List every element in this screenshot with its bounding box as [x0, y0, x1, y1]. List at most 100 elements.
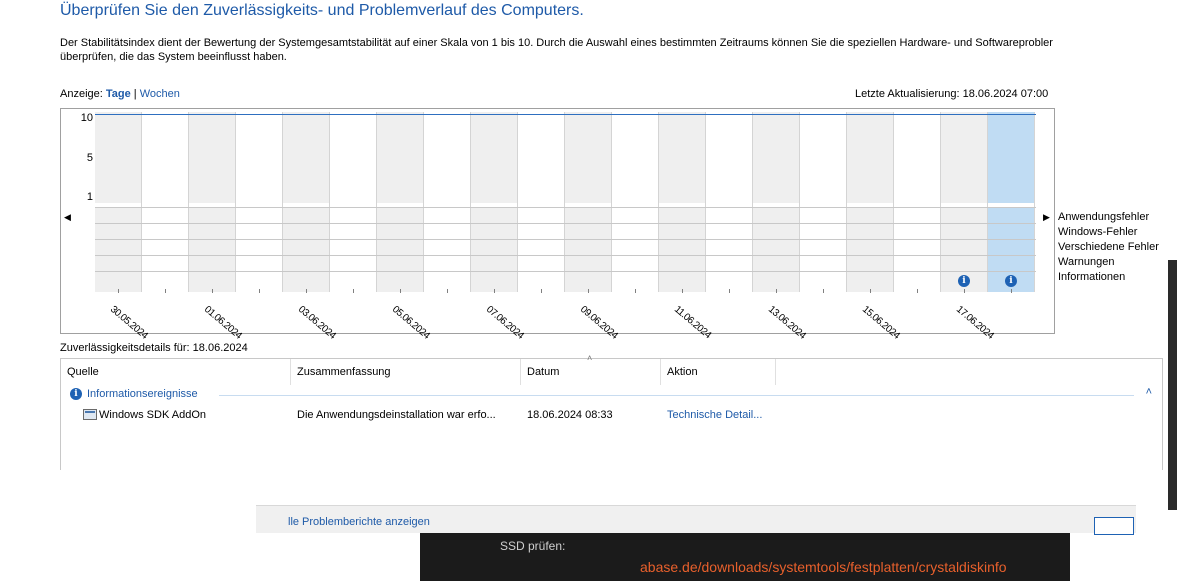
x-axis-label: 11.06.2024 [671, 304, 713, 341]
legend-application-errors: Anwendungsfehler [1058, 211, 1150, 223]
application-icon [83, 409, 97, 420]
close-button[interactable] [1094, 517, 1134, 535]
view-label: Anzeige: [60, 88, 103, 100]
x-tick [118, 289, 119, 293]
day-column[interactable] [330, 112, 377, 292]
details-table: Quelle Zusammenfassung Datum Aktion ˄ i … [60, 353, 1163, 470]
legend-information: Informationen [1058, 271, 1126, 283]
x-axis-label: 03.06.2024 [295, 304, 338, 342]
column-header-source[interactable]: Quelle [61, 359, 291, 385]
y-label-10: 10 [80, 112, 93, 124]
day-column[interactable] [894, 112, 941, 292]
row-summary: Die Anwendungsdeinstallation war erfo... [297, 409, 496, 421]
description-line-2: überprüfen, die das System beeinflusst h… [60, 51, 287, 63]
left-edge-background [0, 30, 48, 470]
day-column[interactable] [95, 112, 142, 292]
chart-legend: Anwendungsfehler Windows-Fehler Verschie… [1058, 210, 1159, 285]
info-icon: i [70, 388, 82, 400]
x-tick [776, 289, 777, 293]
chart-row-separator [95, 255, 1036, 256]
legend-misc-errors: Verschiedene Fehler [1058, 241, 1159, 253]
day-column[interactable] [471, 112, 518, 292]
day-column[interactable] [377, 112, 424, 292]
day-column[interactable] [753, 112, 800, 292]
row-source: Windows SDK AddOn [99, 409, 206, 421]
column-header-summary[interactable]: Zusammenfassung [291, 359, 521, 385]
all-problem-reports-link[interactable]: lle Problemberichte anzeigen [288, 516, 430, 528]
x-tick [1011, 289, 1012, 293]
column-header-action[interactable]: Aktion [661, 359, 776, 385]
x-axis-label: 07.06.2024 [483, 304, 526, 342]
chart-plot-area[interactable]: ii [95, 112, 1036, 292]
x-tick [964, 289, 965, 293]
x-tick [400, 289, 401, 293]
technical-details-link[interactable]: Technische Detail... [667, 409, 762, 421]
page-title: Überprüfen Sie den Zuverlässigkeits- und… [60, 2, 584, 19]
day-column[interactable] [847, 112, 894, 292]
day-column[interactable]: i [941, 112, 988, 292]
view-separator: | [133, 88, 137, 100]
x-tick [682, 289, 683, 293]
x-tick [259, 289, 260, 293]
x-tick [353, 289, 354, 293]
day-column[interactable] [800, 112, 847, 292]
last-update-text: Letzte Aktualisierung: 18.06.2024 07:00 [855, 88, 1049, 100]
day-column[interactable] [706, 112, 753, 292]
chart-row-separator [95, 207, 1036, 208]
background-link[interactable]: abase.de/downloads/systemtools/festplatt… [640, 559, 1007, 575]
view-switcher: Anzeige: Tage | Wochen [60, 88, 180, 100]
group-divider [219, 395, 1134, 396]
scroll-left-icon[interactable]: ◀ [64, 212, 71, 223]
y-label-1: 1 [86, 191, 93, 203]
chart-row-separator [95, 271, 1036, 272]
x-axis-label: 15.06.2024 [859, 304, 902, 342]
day-column[interactable] [612, 112, 659, 292]
day-column[interactable] [189, 112, 236, 292]
x-tick [823, 289, 824, 293]
day-column[interactable] [565, 112, 612, 292]
right-edge-background [1168, 260, 1177, 510]
info-event-icon[interactable]: i [1005, 275, 1017, 287]
x-axis-label: 17.06.2024 [953, 304, 996, 342]
view-days-link[interactable]: Tage [106, 88, 131, 100]
y-label-5: 5 [86, 152, 93, 164]
view-weeks-link[interactable]: Wochen [140, 88, 180, 100]
x-tick [165, 289, 166, 293]
background-text: SSD prüfen: [500, 539, 566, 553]
x-tick [917, 289, 918, 293]
collapse-icon[interactable]: ˄ [1146, 386, 1152, 398]
day-column[interactable] [424, 112, 471, 292]
details-label: Zuverlässigkeitsdetails für: 18.06.2024 [60, 342, 248, 354]
x-axis-label: 05.06.2024 [389, 304, 432, 342]
reliability-chart[interactable]: ◀ ▶ 10 5 1 ii 30.05.2024 01.06.2024 03.06.… [60, 108, 1055, 341]
x-tick [870, 289, 871, 293]
x-tick [541, 289, 542, 293]
page-description: Der Stabilitätsindex dient der Bewertung… [60, 36, 1125, 64]
x-axis-label: 30.05.2024 [107, 304, 150, 342]
scroll-right-icon[interactable]: ▶ [1043, 212, 1050, 223]
x-tick [306, 289, 307, 293]
x-axis-label: 09.06.2024 [577, 304, 620, 342]
x-tick [212, 289, 213, 293]
legend-warnings: Warnungen [1058, 256, 1115, 268]
day-column[interactable] [283, 112, 330, 292]
day-column[interactable] [659, 112, 706, 292]
group-label: Informationsereignisse [87, 388, 198, 400]
chart-row-separator [95, 223, 1036, 224]
day-column[interactable] [142, 112, 189, 292]
x-tick [635, 289, 636, 293]
stability-index-line [95, 114, 1036, 115]
x-axis-label: 13.06.2024 [765, 304, 808, 342]
legend-windows-errors: Windows-Fehler [1058, 226, 1138, 238]
info-event-icon[interactable]: i [958, 275, 970, 287]
day-column[interactable] [518, 112, 565, 292]
x-tick [729, 289, 730, 293]
sort-caret-icon: ˄ [587, 353, 593, 363]
day-column[interactable] [236, 112, 283, 292]
x-tick [494, 289, 495, 293]
group-row-information[interactable]: i Informationsereignisse ˄ [69, 386, 1154, 404]
x-tick [588, 289, 589, 293]
x-tick [447, 289, 448, 293]
day-column[interactable]: i [988, 112, 1035, 292]
row-date: 18.06.2024 08:33 [527, 409, 613, 421]
